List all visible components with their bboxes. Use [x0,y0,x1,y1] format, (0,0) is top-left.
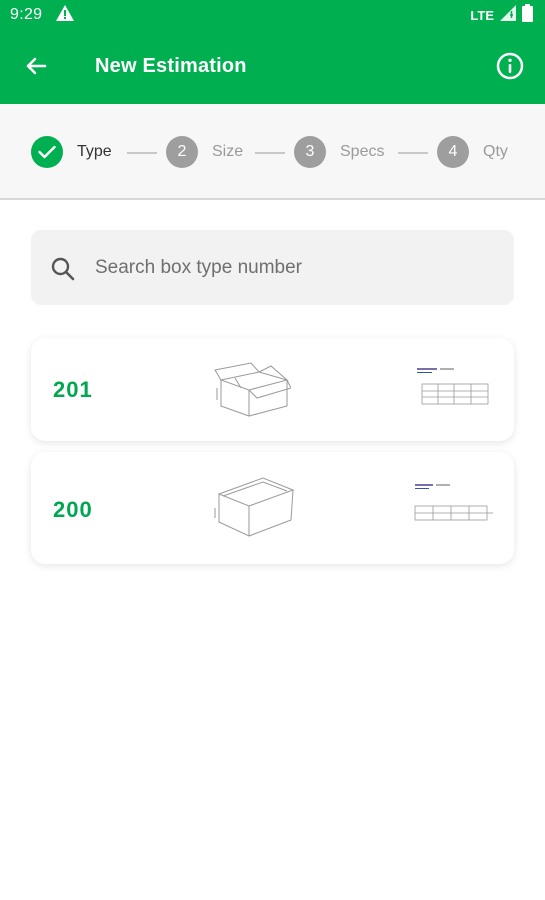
step-label-type: Type [77,143,112,160]
status-left: 9:29 [10,4,75,26]
battery-icon [522,3,533,27]
box-type-number: 201 [53,377,93,402]
warning-icon [56,4,75,26]
box-type-number: 200 [53,497,93,522]
step-number-circle: 4 [437,136,469,168]
status-bar: 9:29 LTE [0,0,545,30]
step-qty[interactable]: 4 Qty [437,136,508,168]
network-type: LTE [470,7,494,23]
status-time: 9:29 [10,6,43,23]
box-die-line-diagram [416,366,494,415]
search-input[interactable] [95,248,495,288]
status-right: LTE [470,3,533,27]
box-type-card-201[interactable]: 201 [31,338,514,441]
step-label-specs: Specs [340,143,385,160]
step-number-circle: 3 [294,136,326,168]
box-open-flap-illustration [211,358,292,425]
step-type[interactable]: Type [31,136,112,168]
step-connector [398,152,428,154]
step-specs[interactable]: 3 Specs [294,136,384,168]
box-open-top-illustration [213,472,295,545]
estimation-stepper: Type 2 Size 3 Specs 4 Qty [0,104,545,200]
step-connector [255,152,285,154]
signal-icon [500,4,516,26]
search-box[interactable] [31,230,514,305]
step-label-qty: Qty [483,143,508,160]
step-connector [127,152,157,154]
step-label-size: Size [212,143,244,160]
arrow-left-icon [24,54,48,83]
step-number-circle: 2 [166,136,198,168]
info-icon [496,52,524,85]
check-circle-icon [31,136,63,168]
back-button[interactable] [20,52,52,84]
box-die-line-diagram [413,482,495,533]
info-button[interactable] [493,51,527,85]
box-type-card-200[interactable]: 200 [31,452,514,564]
search-icon [50,256,76,282]
page-title: New Estimation [95,55,247,77]
step-size[interactable]: 2 Size [166,136,243,168]
app-bar: New Estimation [0,30,545,104]
